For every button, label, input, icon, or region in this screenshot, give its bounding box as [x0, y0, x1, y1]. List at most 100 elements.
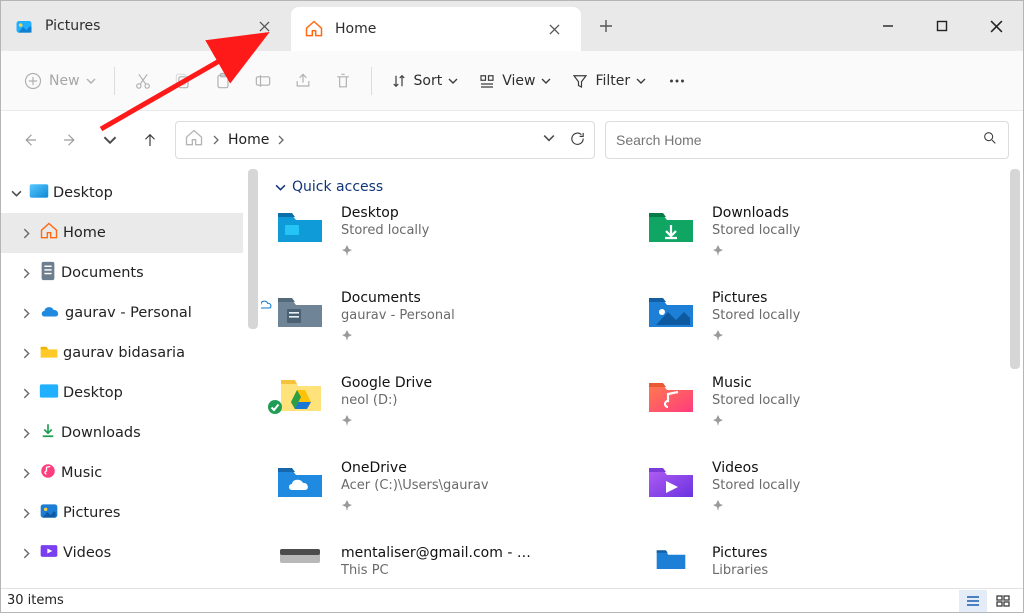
item-title: Music — [712, 375, 800, 391]
tab-label: Pictures — [45, 18, 240, 34]
qa-item-mentaliser[interactable]: mentaliser@gmail.com - … This PC — [271, 545, 632, 578]
pin-icon — [341, 244, 429, 260]
tree-item-desktop[interactable]: Desktop — [1, 173, 261, 213]
view-label: View — [502, 73, 535, 89]
share-button[interactable] — [285, 61, 321, 101]
tree-label: Pictures — [63, 505, 120, 521]
chevron-right-icon[interactable] — [17, 304, 35, 322]
status-item-count: 30 items — [7, 593, 64, 608]
forward-button[interactable] — [55, 125, 85, 155]
sort-button[interactable]: Sort — [382, 61, 467, 101]
search-box[interactable] — [605, 121, 1009, 159]
sort-icon — [390, 72, 408, 90]
minimize-button[interactable] — [861, 1, 915, 51]
videos-icon — [39, 543, 59, 563]
tree-label: Home — [63, 225, 106, 241]
qa-item-pictures[interactable]: Pictures Stored locally — [642, 290, 1003, 345]
tree-label: gaurav - Personal — [65, 305, 192, 321]
item-title: OneDrive — [341, 460, 489, 476]
chevron-right-icon[interactable] — [17, 424, 35, 442]
filter-button[interactable]: Filter — [563, 61, 654, 101]
qa-item-onedrive[interactable]: OneDrive Acer (C:)\Users\gaurav — [271, 460, 632, 515]
rename-button[interactable] — [245, 61, 281, 101]
chevron-right-icon[interactable] — [17, 224, 35, 242]
item-subtitle: Stored locally — [712, 393, 800, 408]
chevron-right-icon[interactable] — [17, 264, 35, 282]
breadcrumb-location[interactable]: Home — [228, 132, 269, 148]
address-bar[interactable]: Home — [175, 121, 595, 159]
group-header-quick-access[interactable]: Quick access — [271, 171, 1003, 205]
chevron-right-icon[interactable] — [17, 464, 35, 482]
tree-item-desktop[interactable]: Desktop — [1, 373, 261, 413]
share-icon — [293, 71, 313, 91]
details-view-button[interactable] — [959, 590, 987, 612]
tree-item-music[interactable]: Music — [1, 453, 261, 493]
maximize-button[interactable] — [915, 1, 969, 51]
close-icon[interactable] — [540, 15, 568, 43]
tree-item-videos[interactable]: Videos — [1, 533, 261, 573]
back-button[interactable] — [15, 125, 45, 155]
chevron-right-icon[interactable] — [17, 504, 35, 522]
sidebar-scrollbar[interactable] — [243, 169, 261, 588]
cut-button[interactable] — [125, 61, 161, 101]
chevron-right-icon[interactable] — [17, 544, 35, 562]
delete-button[interactable] — [325, 61, 361, 101]
new-button[interactable]: New — [15, 61, 104, 101]
tree-label: Music — [61, 465, 102, 481]
qa-item-documents[interactable]: Documents gaurav - Personal — [271, 290, 632, 345]
qa-item-downloads[interactable]: Downloads Stored locally — [642, 205, 1003, 260]
refresh-button[interactable] — [569, 130, 586, 151]
tree-item-home[interactable]: Home — [1, 213, 261, 253]
file-explorer-window: Pictures Home New — [0, 0, 1024, 613]
qa-item-pictures-library[interactable]: Pictures Libraries — [642, 545, 1003, 578]
content-scrollbar[interactable] — [1005, 169, 1023, 588]
tree-item-pictures[interactable]: Pictures — [1, 493, 261, 533]
item-subtitle: Libraries — [712, 563, 768, 578]
nav-row: Home — [1, 111, 1023, 169]
up-button[interactable] — [135, 125, 165, 155]
home-icon — [39, 221, 59, 245]
pin-icon — [712, 499, 800, 515]
history-dropdown[interactable] — [95, 125, 125, 155]
sort-label: Sort — [414, 73, 443, 89]
chevron-down-icon[interactable] — [7, 184, 25, 202]
pictures-icon — [13, 15, 35, 37]
more-button[interactable] — [658, 61, 696, 101]
paste-button[interactable] — [205, 61, 241, 101]
new-label: New — [49, 73, 80, 89]
tab-home[interactable]: Home — [291, 7, 581, 51]
chevron-right-icon[interactable] — [17, 384, 35, 402]
ellipsis-icon — [666, 70, 688, 92]
chevron-right-icon[interactable] — [17, 344, 35, 362]
tree-item-user-folder[interactable]: gaurav bidasaria — [1, 333, 261, 373]
address-dropdown[interactable] — [543, 132, 555, 148]
qa-item-music[interactable]: Music Stored locally — [642, 375, 1003, 430]
pictures-folder-icon — [642, 290, 700, 330]
copy-button[interactable] — [165, 61, 201, 101]
tree-label: Desktop — [53, 185, 113, 201]
rename-icon — [253, 71, 273, 91]
close-window-button[interactable] — [969, 1, 1023, 51]
large-icons-view-button[interactable] — [989, 590, 1017, 612]
close-icon[interactable] — [250, 12, 278, 40]
qa-item-google-drive[interactable]: Google Drive neol (D:) — [271, 375, 632, 430]
search-icon[interactable] — [982, 130, 998, 150]
new-tab-button[interactable] — [581, 1, 631, 51]
downloads-folder-icon — [642, 205, 700, 245]
tab-pictures[interactable]: Pictures — [1, 1, 291, 51]
cloud-icon — [39, 303, 61, 323]
pin-icon — [712, 244, 800, 260]
item-title: mentaliser@gmail.com - … — [341, 545, 531, 561]
desktop-folder-icon — [271, 205, 329, 245]
tree-item-downloads[interactable]: Downloads — [1, 413, 261, 453]
document-icon — [39, 261, 57, 285]
view-button[interactable]: View — [470, 61, 559, 101]
search-input[interactable] — [616, 132, 974, 148]
music-folder-icon — [642, 375, 700, 415]
qa-item-videos[interactable]: Videos Stored locally — [642, 460, 1003, 515]
tree-item-onedrive-personal[interactable]: gaurav - Personal — [1, 293, 261, 333]
tree-item-documents[interactable]: Documents — [1, 253, 261, 293]
home-icon — [303, 18, 325, 40]
chevron-down-icon — [448, 76, 458, 86]
qa-item-desktop[interactable]: Desktop Stored locally — [271, 205, 632, 260]
